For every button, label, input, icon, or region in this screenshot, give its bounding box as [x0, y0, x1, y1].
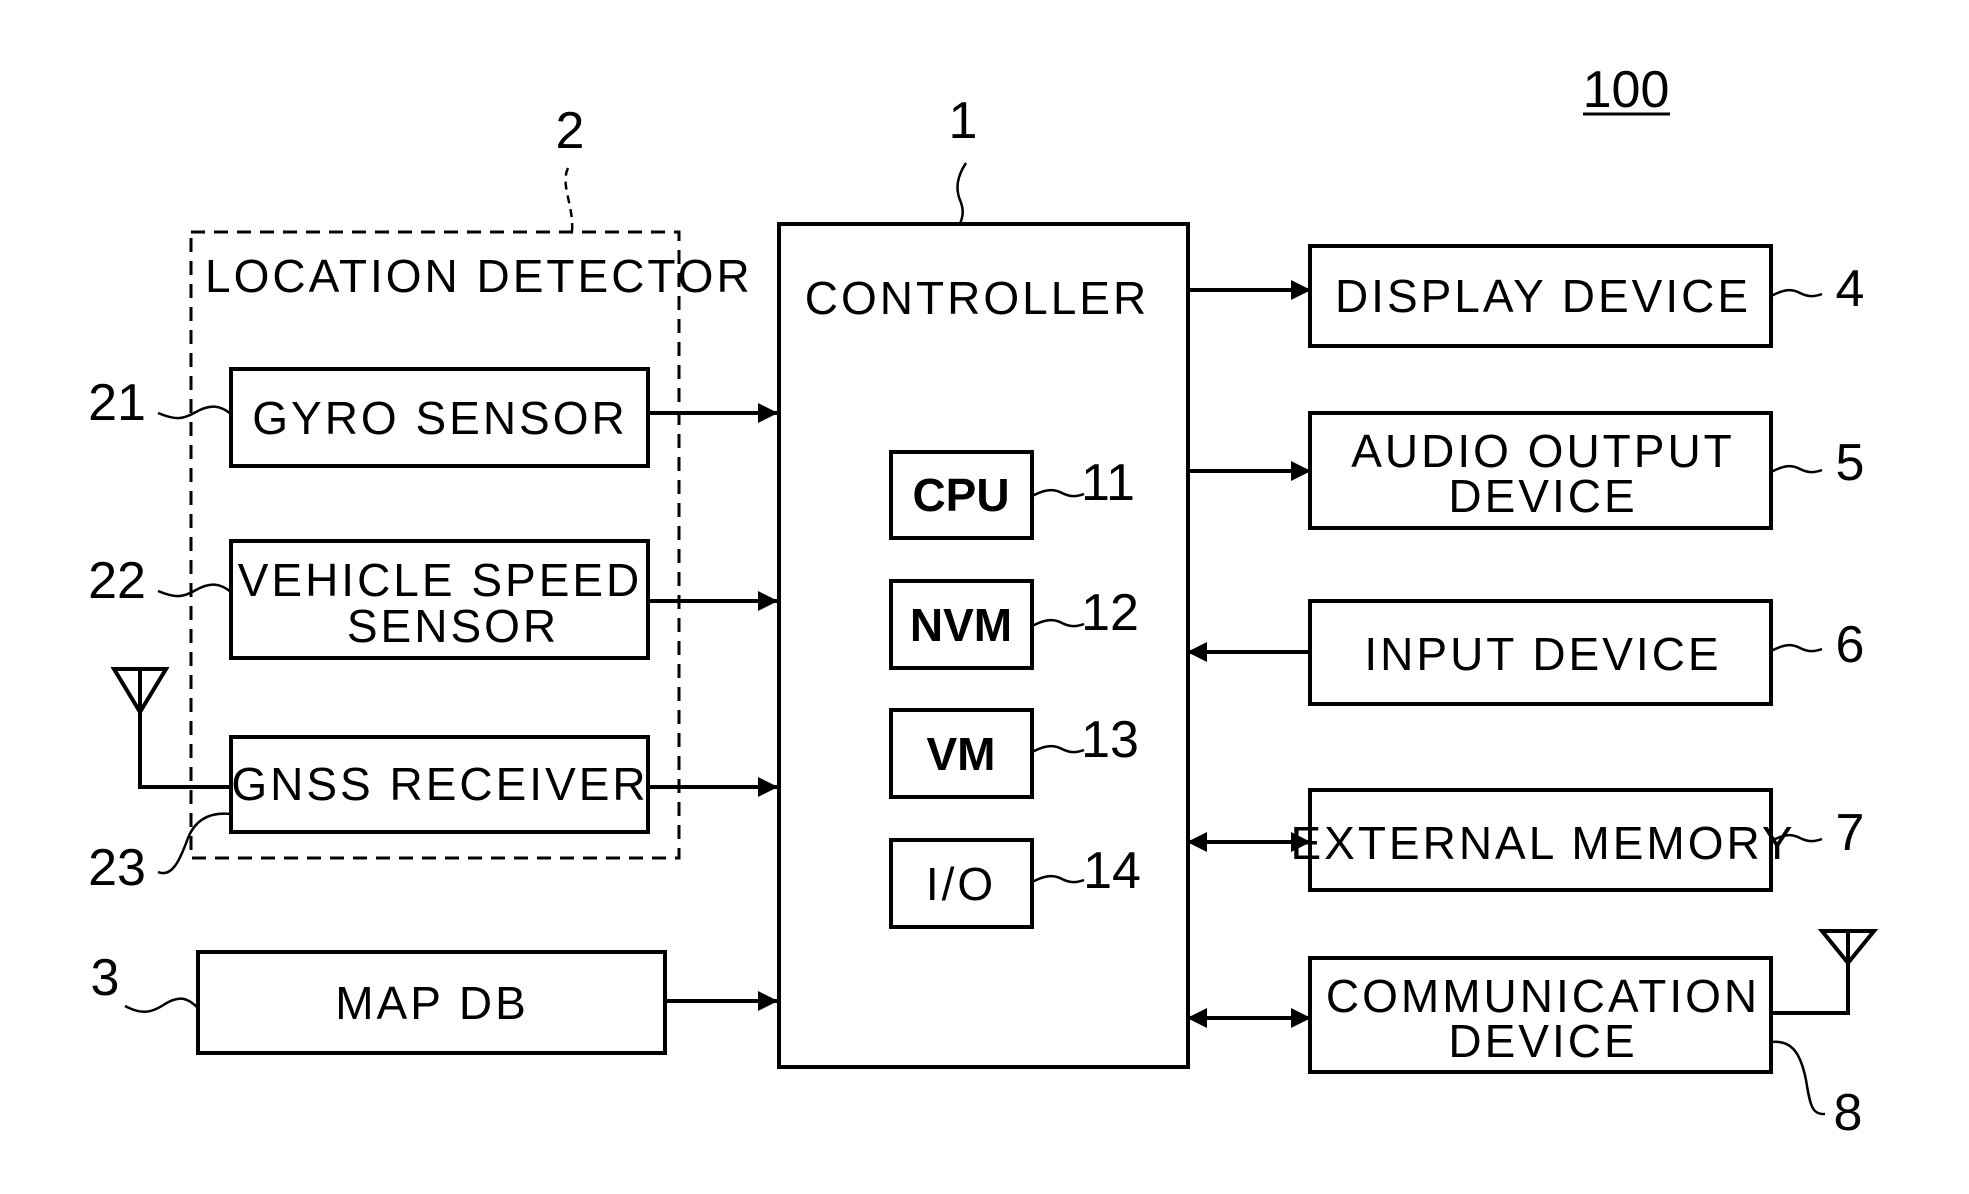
location-detector-ref: 2: [556, 102, 585, 160]
external-memory-label: EXTERNAL MEMORY: [1290, 817, 1795, 869]
location-detector-leader: [564, 167, 574, 233]
communication-device-block: COMMUNICATION DEVICE 8: [1187, 929, 1879, 1142]
vehicle-speed-sensor-leader: [157, 583, 232, 598]
controller-leader: [956, 162, 968, 225]
gyro-sensor-ref: 21: [88, 374, 146, 432]
location-detector-label: LOCATION DETECTOR: [205, 250, 753, 302]
system-reference: 100: [1583, 61, 1670, 119]
gnss-antenna-icon: [110, 667, 231, 789]
communication-device-label-line2: DEVICE: [1448, 1015, 1637, 1067]
controller-label: CONTROLLER: [805, 272, 1149, 324]
cpu-ref: 11: [1081, 454, 1135, 512]
map-db-label: MAP DB: [335, 977, 529, 1029]
input-device-leader: [1770, 643, 1823, 653]
io-ref: 14: [1083, 842, 1141, 900]
display-device-block: DISPLAY DEVICE 4: [1188, 244, 1865, 348]
vehicle-speed-sensor-ref: 22: [88, 552, 146, 610]
controller-ref: 1: [949, 92, 978, 150]
gnss-receiver-label: GNSS RECEIVER: [231, 758, 648, 810]
vm-ref: 13: [1081, 711, 1139, 769]
nvm-ref: 12: [1081, 584, 1139, 642]
display-device-leader: [1770, 288, 1823, 298]
gyro-sensor-leader: [157, 405, 232, 420]
vehicle-speed-sensor-label-line1: VEHICLE SPEED: [238, 554, 643, 606]
map-db-ref: 3: [91, 949, 120, 1007]
input-device-block: INPUT DEVICE 6: [1187, 599, 1865, 706]
block-diagram: 100 LOCATION DETECTOR 2 GYRO SENSOR 21 V…: [88, 61, 1879, 1142]
map-db-block: MAP DB 3: [91, 949, 778, 1055]
display-device-label: DISPLAY DEVICE: [1335, 270, 1751, 322]
audio-output-device-block: AUDIO OUTPUT DEVICE 5: [1188, 411, 1865, 530]
display-device-ref: 4: [1836, 260, 1865, 318]
input-device-label: INPUT DEVICE: [1364, 628, 1721, 680]
audio-output-device-ref: 5: [1836, 434, 1865, 492]
external-memory-ref: 7: [1836, 804, 1865, 862]
audio-output-device-label-line2: DEVICE: [1448, 470, 1637, 522]
io-label: I/O: [926, 858, 996, 910]
communication-device-leader: [1770, 1040, 1826, 1116]
nvm-label: NVM: [910, 599, 1012, 651]
audio-output-device-leader: [1770, 464, 1823, 474]
system-ref-number: 100: [1583, 61, 1670, 119]
communication-antenna-icon: [1771, 929, 1879, 1015]
controller-block: CONTROLLER 1 CPU 11 NVM 12 VM 13 I/O 14: [777, 92, 1190, 1069]
gnss-receiver-leader: [157, 812, 232, 875]
communication-device-ref: 8: [1834, 1084, 1863, 1142]
gnss-receiver-ref: 23: [88, 839, 146, 897]
vm-label: VM: [927, 728, 996, 780]
gyro-sensor-label: GYRO SENSOR: [252, 392, 628, 444]
external-memory-block: EXTERNAL MEMORY 7: [1187, 788, 1865, 892]
vehicle-speed-sensor-label-line2: SENSOR: [347, 600, 559, 652]
input-device-ref: 6: [1836, 616, 1865, 674]
map-db-leader: [124, 997, 199, 1013]
cpu-label: CPU: [912, 469, 1009, 521]
